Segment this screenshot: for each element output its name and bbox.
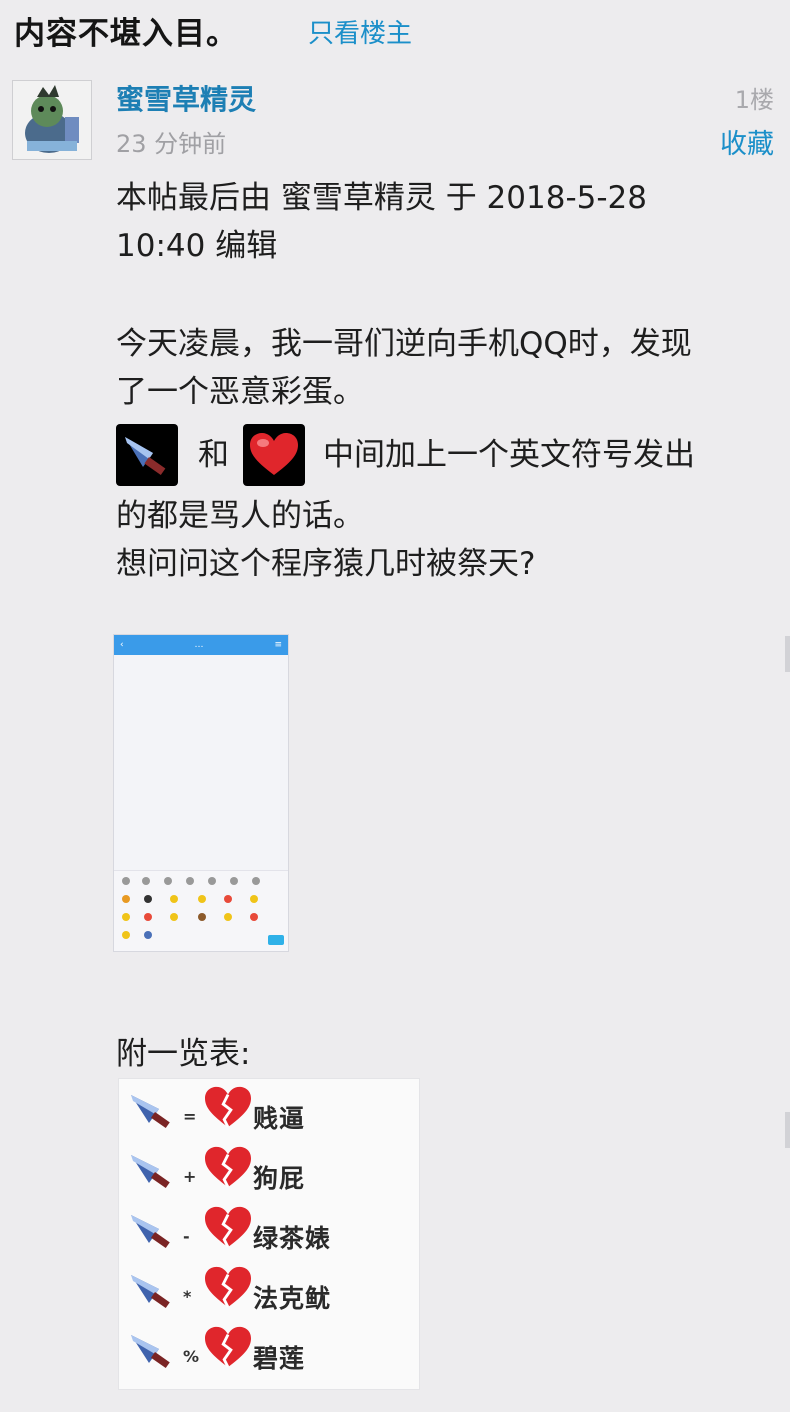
thread-title: 内容不堪入目。 [14, 16, 238, 52]
broken-heart-icon [205, 1326, 251, 1368]
insult-word: 贱逼 [253, 1104, 306, 1133]
kitchen-knife-icon [131, 1275, 170, 1309]
emoji-line: 和 中间加上一个英文符号发出 [116, 418, 776, 492]
kitchen-knife-icon [131, 1095, 170, 1129]
favorite-button[interactable]: 收藏 [720, 122, 774, 161]
post-paragraph: 的都是骂人的话。 [116, 498, 364, 534]
post-paragraph: 了一个恶意彩蛋。 [116, 374, 364, 410]
list-heading: 附一览表: [116, 1036, 251, 1072]
scrollbar-marker [785, 1112, 790, 1148]
kitchen-knife-icon [131, 1155, 170, 1189]
floor-number: 1楼 [734, 86, 774, 114]
avatar[interactable] [12, 80, 92, 160]
operator-symbol: * [183, 1287, 192, 1306]
red-heart-icon [243, 424, 305, 486]
only-op-link[interactable]: 只看楼主 [308, 13, 412, 50]
operator-symbol: - [183, 1227, 190, 1246]
operator-symbol: % [183, 1347, 200, 1366]
post-time: 23 分钟前 [116, 130, 227, 158]
kitchen-knife-icon [131, 1215, 170, 1249]
username[interactable]: 蜜雪草精灵 [116, 78, 256, 118]
operator-symbol: = [183, 1107, 197, 1126]
scrollbar-marker [785, 636, 790, 672]
kitchen-knife-icon [131, 1335, 170, 1369]
broken-heart-icon [205, 1146, 251, 1188]
screenshot-thumbnail[interactable]: ‹… ≡ [113, 634, 289, 952]
thumbnail-send-button [268, 935, 284, 945]
emoji-line-text: 中间加上一个英文符号发出 [323, 437, 695, 473]
table-row: = 贱逼 [127, 1085, 417, 1143]
broken-heart-icon [205, 1206, 251, 1248]
thumbnail-titlebar: ‹… ≡ [114, 635, 288, 655]
emoji-and-text: 和 [198, 437, 229, 473]
insult-word: 法克鱿 [253, 1284, 332, 1313]
kitchen-knife-icon [116, 424, 178, 486]
question-text: 想问问这个程序猿几时被祭天? [116, 546, 536, 582]
table-row: * 法克鱿 [127, 1265, 417, 1323]
edit-note-line: 本帖最后由 蜜雪草精灵 于 2018-5-28 [116, 180, 647, 216]
operator-symbol: + [183, 1167, 197, 1186]
avatar-image [13, 81, 91, 159]
thumbnail-emoji-panel [114, 870, 288, 951]
insult-word: 绿茶婊 [253, 1224, 332, 1253]
insult-word: 狗屁 [253, 1164, 306, 1193]
insult-word: 碧莲 [253, 1344, 306, 1373]
edit-note-line: 10:40 编辑 [116, 228, 278, 264]
table-row: - 绿茶婊 [127, 1205, 417, 1263]
broken-heart-icon [205, 1266, 251, 1308]
table-row: + 狗屁 [127, 1145, 417, 1203]
top-bar: 内容不堪入目。 只看楼主 [0, 0, 790, 62]
post-paragraph: 今天凌晨，我一哥们逆向手机QQ时，发现 [116, 326, 692, 362]
post-body: 本帖最后由 蜜雪草精灵 于 2018-5-28 10:40 编辑 今天凌晨，我一… [116, 174, 776, 588]
emoji-table-image[interactable]: = 贱逼 + 狗屁 - 绿茶婊 * 法克鱿 % 碧莲 [118, 1078, 420, 1390]
broken-heart-icon [205, 1086, 251, 1128]
table-row: % 碧莲 [127, 1325, 417, 1383]
